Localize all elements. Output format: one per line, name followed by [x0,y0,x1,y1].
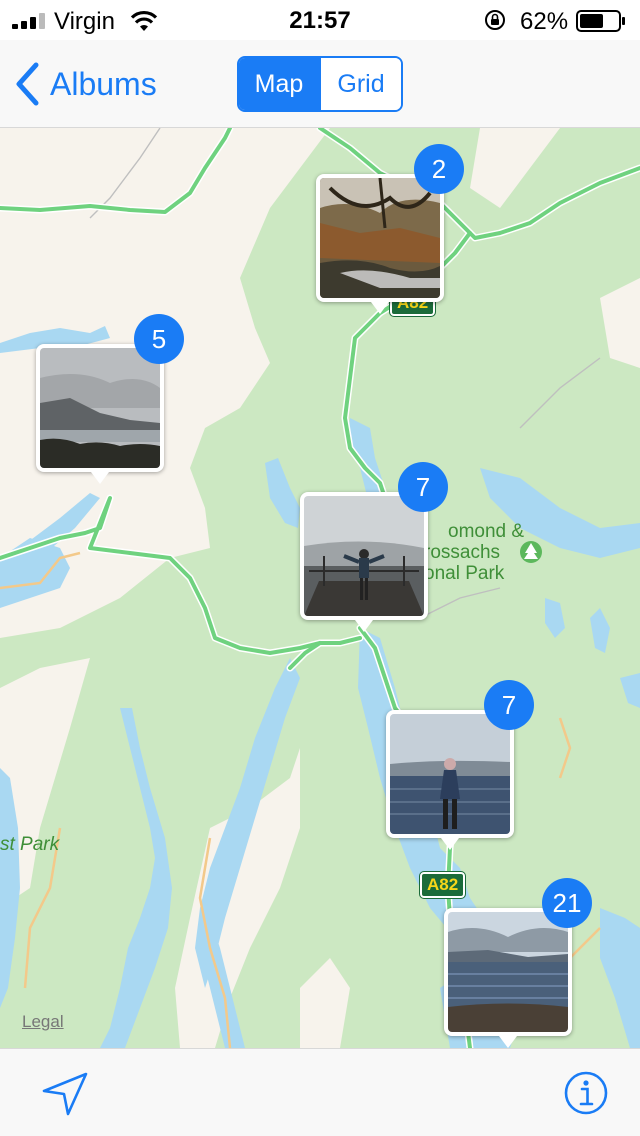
back-button[interactable]: Albums [14,62,157,106]
pin-pointer [368,298,392,314]
pin-pointer [88,468,112,484]
photo-thumbnail [304,496,424,616]
back-label: Albums [50,65,157,102]
location-arrow-icon[interactable] [40,1071,90,1117]
photo-thumbnail [390,714,510,834]
photo-thumbnail [40,348,160,468]
view-mode-segmented-control: Map Grid [237,56,403,112]
photo-thumbnail [320,178,440,298]
photo-cluster-pin[interactable]: 5 [36,314,184,484]
map-place-label: rossachs [424,542,501,563]
road-sign: A82 [418,871,467,899]
battery-icon [576,10,625,32]
map-place-label: st Park [0,834,60,855]
map-view[interactable]: omond & rossachs onal Park st Park A82 A… [0,128,640,1048]
info-icon[interactable] [564,1071,608,1115]
map-place-label: omond & [448,521,525,542]
photo-count-badge: 21 [542,878,592,928]
pin-pointer [438,834,462,850]
bottom-toolbar [0,1048,640,1136]
pin-pointer [496,1032,520,1048]
battery-percent: 62% [520,8,569,35]
photo-cluster-pin[interactable]: 7 [386,680,534,850]
status-bar: Virgin 21:57 62% [0,0,640,40]
segment-grid[interactable]: Grid [319,58,401,110]
photo-thumbnail [448,912,568,1032]
map-place-label: onal Park [424,563,505,584]
photo-cluster-pin[interactable]: 21 [444,878,592,1048]
photo-cluster-pin[interactable]: 7 [300,462,448,632]
park-tree-icon [520,541,542,563]
legal-link[interactable]: Legal [22,1012,64,1032]
orientation-lock-icon [485,10,505,30]
photo-count-badge: 5 [134,314,184,364]
photo-count-badge: 2 [414,144,464,194]
photo-count-badge: 7 [484,680,534,730]
chevron-left-icon [16,62,39,106]
photo-cluster-pin[interactable]: 2 [316,144,464,314]
navigation-bar: Albums Map Grid [0,40,640,128]
photo-count-badge: 7 [398,462,448,512]
pin-pointer [352,616,376,632]
segment-map[interactable]: Map [239,58,319,110]
